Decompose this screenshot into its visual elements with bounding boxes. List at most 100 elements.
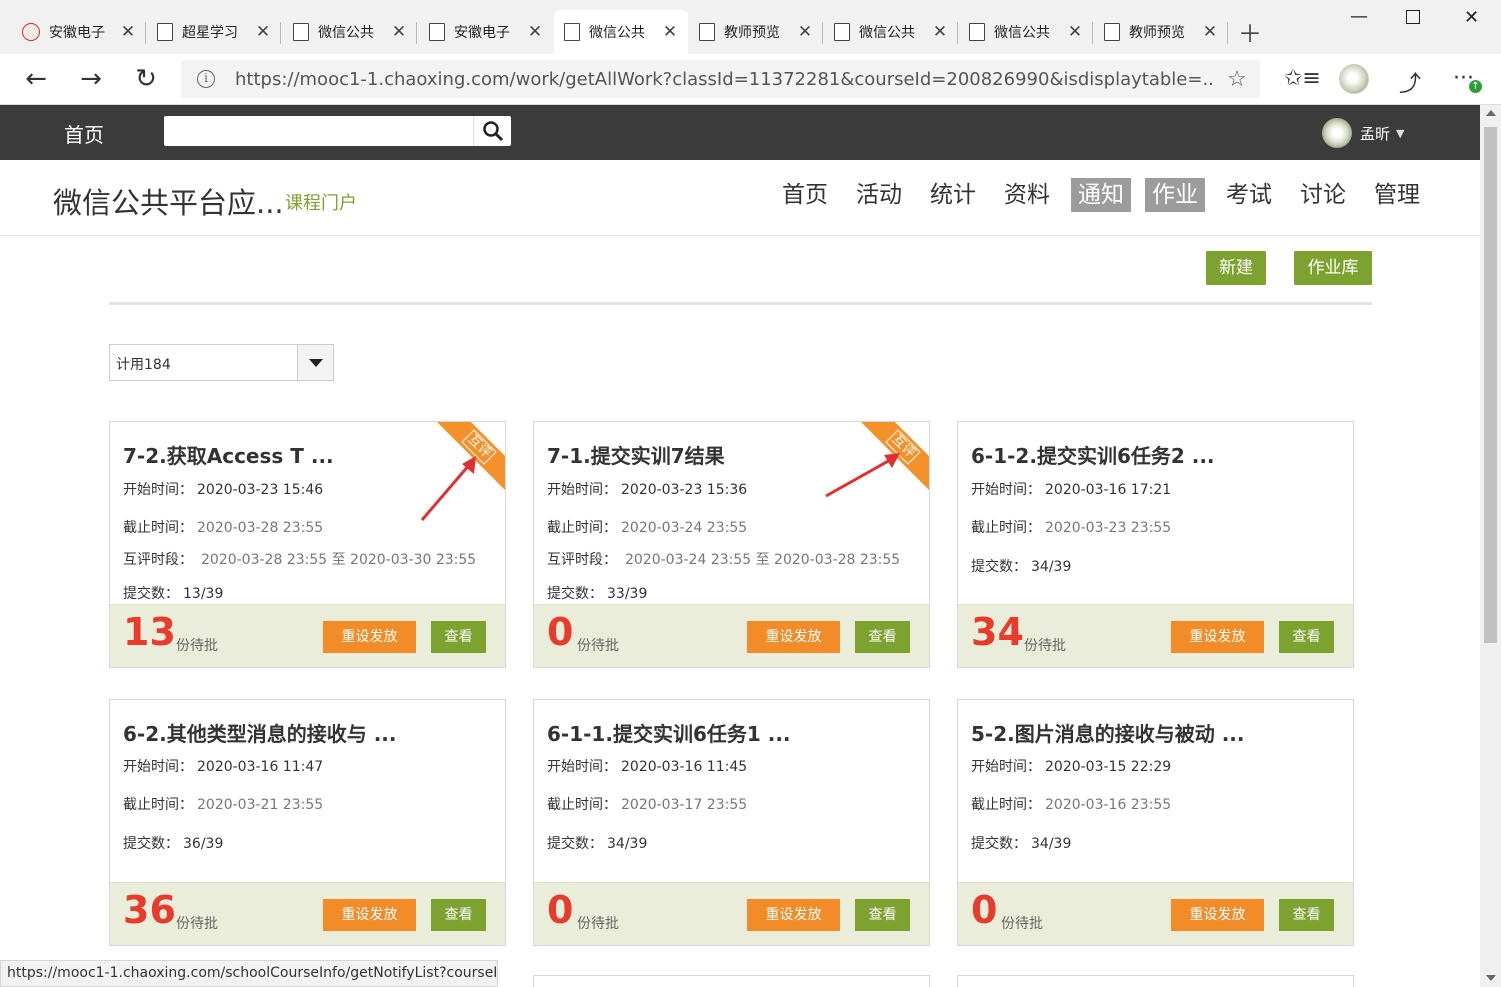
- page-icon: [157, 23, 173, 41]
- view-button[interactable]: 查看: [431, 621, 486, 653]
- submit-count-row: 提交数： 36/39: [123, 836, 224, 852]
- end-time-row: 截止时间： 2020-03-28 23:55: [123, 520, 324, 536]
- submit-count-row: 提交数： 13/39: [123, 586, 224, 602]
- dropdown-arrow-icon[interactable]: [297, 345, 333, 380]
- card-footer: 0 份待批 重设发放 查看: [958, 882, 1353, 945]
- reset-release-button[interactable]: 重设发放: [747, 899, 840, 931]
- pending-count: 13: [123, 610, 176, 654]
- homework-title[interactable]: 7-2.获取Access T ...: [123, 440, 334, 469]
- card-footer: 36 份待批 重设发放 查看: [110, 882, 505, 945]
- start-time-row: 开始时间： 2020-03-23 15:46: [123, 482, 324, 498]
- homework-title[interactable]: 5-2.图片消息的接收与被动 ...: [971, 718, 1245, 747]
- close-tab-icon[interactable]: ✕: [120, 22, 136, 42]
- back-icon[interactable]: ←: [21, 64, 51, 94]
- profile-avatar-icon[interactable]: [1339, 64, 1369, 94]
- pending-label: 份待批: [176, 638, 218, 654]
- address-bar[interactable]: i https://mooc1-1.chaoxing.com/work/getA…: [181, 60, 1260, 98]
- view-button[interactable]: 查看: [855, 621, 910, 653]
- homework-title[interactable]: 6-1-2.提交实训6任务2 ...: [971, 440, 1215, 469]
- vertical-scrollbar[interactable]: [1480, 105, 1501, 987]
- course-nav-home[interactable]: 首页: [775, 178, 835, 212]
- url-text[interactable]: https://mooc1-1.chaoxing.com/work/getAll…: [235, 69, 1214, 90]
- browser-tab[interactable]: 安徽电子 ✕: [419, 10, 553, 54]
- pending-label: 份待批: [1024, 638, 1066, 654]
- browser-tab[interactable]: 微信公共 ✕: [824, 10, 958, 54]
- browser-tab-active[interactable]: 微信公共 ✕: [554, 10, 688, 54]
- minimize-icon[interactable]: —: [1350, 6, 1368, 27]
- close-tab-icon[interactable]: ✕: [255, 22, 271, 42]
- reset-release-button[interactable]: 重设发放: [323, 899, 416, 931]
- submit-count-row: 提交数： 33/39: [547, 586, 648, 602]
- site-home-link[interactable]: 首页: [64, 119, 104, 148]
- course-nav-homework[interactable]: 作业: [1145, 178, 1205, 212]
- new-homework-button[interactable]: 新建: [1206, 251, 1266, 285]
- reset-release-button[interactable]: 重设发放: [747, 621, 840, 653]
- reset-release-button[interactable]: 重设发放: [323, 621, 416, 653]
- course-nav-notice[interactable]: 通知: [1071, 178, 1131, 212]
- course-nav-manage[interactable]: 管理: [1367, 178, 1427, 212]
- view-button[interactable]: 查看: [431, 899, 486, 931]
- close-tab-icon[interactable]: ✕: [932, 22, 948, 42]
- homework-title[interactable]: 6-1-1.提交实训6任务1 ...: [547, 718, 791, 747]
- favorite-star-icon[interactable]: ☆: [1214, 67, 1260, 92]
- submit-count-row: 提交数： 34/39: [971, 836, 1072, 852]
- view-button[interactable]: 查看: [1279, 899, 1334, 931]
- homework-library-button[interactable]: 作业库: [1294, 251, 1372, 285]
- close-tab-icon[interactable]: ✕: [391, 22, 407, 42]
- browser-tab[interactable]: 教师预览 ✕: [689, 10, 823, 54]
- reset-release-button[interactable]: 重设发放: [1171, 899, 1264, 931]
- tab-title: 教师预览: [724, 25, 780, 41]
- course-nav-materials[interactable]: 资料: [997, 178, 1057, 212]
- homework-title[interactable]: 6-2.其他类型消息的接收与 ...: [123, 718, 397, 747]
- course-nav-stats[interactable]: 统计: [923, 178, 983, 212]
- forward-icon[interactable]: →: [76, 64, 106, 94]
- pending-count: 36: [123, 888, 176, 932]
- new-tab-icon[interactable]: ＋: [1238, 14, 1262, 49]
- close-tab-icon[interactable]: ✕: [1067, 22, 1083, 42]
- browser-tab[interactable]: 教师预览 ✕: [1094, 10, 1228, 54]
- annotation-arrow-icon: [420, 456, 476, 521]
- link-status-bar: https://mooc1-1.chaoxing.com/schoolCours…: [0, 960, 498, 987]
- search-icon[interactable]: [473, 116, 511, 146]
- maximize-icon[interactable]: [1406, 10, 1420, 24]
- view-button[interactable]: 查看: [1279, 621, 1334, 653]
- class-select[interactable]: 计用184: [109, 344, 334, 381]
- close-tab-icon[interactable]: ✕: [797, 22, 813, 42]
- reset-release-button[interactable]: 重设发放: [1171, 621, 1264, 653]
- site-search-input[interactable]: [164, 116, 511, 146]
- homework-title[interactable]: 7-1.提交实训7结果: [547, 440, 725, 469]
- user-name: 孟昕: [1360, 124, 1391, 143]
- pending-label: 份待批: [176, 916, 218, 932]
- tab-title: 微信公共: [994, 25, 1050, 41]
- scroll-thumb[interactable]: [1484, 127, 1497, 643]
- share-icon[interactable]: ⤴: [1399, 66, 1421, 98]
- browser-tab[interactable]: 微信公共 ✕: [959, 10, 1093, 54]
- class-select-value: 计用184: [116, 357, 171, 373]
- divider: [109, 302, 1372, 305]
- window-close-icon[interactable]: ✕: [1464, 7, 1479, 28]
- favorites-list-icon[interactable]: ✩≡: [1284, 66, 1321, 91]
- scroll-down-icon[interactable]: [1486, 975, 1496, 981]
- course-nav-exam[interactable]: 考试: [1219, 178, 1279, 212]
- update-badge-icon: ↑: [1469, 80, 1482, 93]
- tab-title: 超星学习: [182, 25, 238, 41]
- scroll-up-icon[interactable]: [1486, 110, 1496, 116]
- browser-tab-bar: 安徽电子 ✕ 超星学习 ✕ 微信公共 ✕ 安徽电子 ✕ 微信公共 ✕ 教师预览 …: [0, 0, 1501, 54]
- view-button[interactable]: 查看: [855, 899, 910, 931]
- site-info-icon[interactable]: i: [197, 70, 215, 88]
- refresh-icon[interactable]: ↻: [131, 64, 161, 94]
- start-time-row: 开始时间： 2020-03-16 17:21: [971, 482, 1172, 498]
- user-menu[interactable]: 孟昕 ▼: [1322, 118, 1404, 148]
- close-tab-icon[interactable]: ✕: [527, 22, 543, 42]
- browser-tab[interactable]: 安徽电子 ✕: [12, 10, 146, 54]
- course-portal-link[interactable]: 课程门户: [285, 189, 357, 215]
- course-nav-activity[interactable]: 活动: [849, 178, 909, 212]
- pending-label: 份待批: [577, 916, 619, 932]
- course-title[interactable]: 微信公共平台应...: [53, 180, 284, 222]
- course-nav-discuss[interactable]: 讨论: [1293, 178, 1353, 212]
- browser-tab[interactable]: 超星学习 ✕: [147, 10, 281, 54]
- page-icon: [1104, 23, 1120, 41]
- close-tab-icon[interactable]: ✕: [1202, 22, 1218, 42]
- browser-tab[interactable]: 微信公共 ✕: [283, 10, 417, 54]
- close-tab-icon[interactable]: ✕: [662, 22, 678, 42]
